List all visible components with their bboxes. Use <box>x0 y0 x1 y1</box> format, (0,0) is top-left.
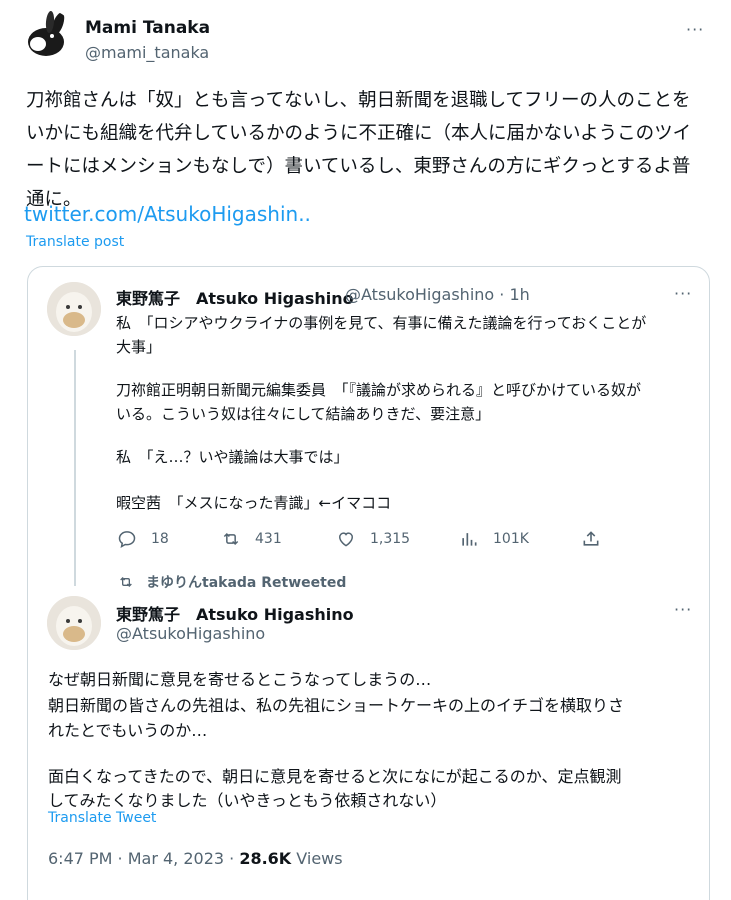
second-text-line: なぜ朝日新聞に意見を寄せるとこうなってしまうの… <box>48 670 432 689</box>
second-text-line: してみたくなりました（いやきっともう依頼されない） <box>48 791 447 810</box>
second-text-line: 面白くなってきたので、朝日に意見を寄せると次になにが起こるのか、定点観測 <box>48 767 622 786</box>
retweet-count: 431 <box>255 531 282 547</box>
author-handle[interactable]: @mami_tanaka <box>85 43 209 62</box>
second-author-name[interactable]: 東野篤子 Atsuko Higashino <box>116 601 354 625</box>
plush-toy-avatar-icon <box>47 282 101 336</box>
heart-icon <box>338 532 354 547</box>
retweet-button[interactable]: 431 <box>221 529 282 549</box>
views-total: 28.6K <box>239 849 292 868</box>
quoted-text-line: 大事」 <box>116 338 162 356</box>
views-button[interactable]: 101K <box>459 529 529 549</box>
tweet-link[interactable]: twitter.com/AtsukoHigashin.. <box>24 202 311 226</box>
plush-toy-avatar-icon <box>47 596 101 650</box>
reply-button[interactable]: 18 <box>117 529 169 549</box>
timestamp[interactable]: 6:47 PM · Mar 4, 2023 · <box>48 849 239 868</box>
tweet-text: 刀祢館さんは「奴」とも言ってないし、朝日新聞を退職してフリーの人のことを いかに… <box>26 90 692 210</box>
reply-count: 18 <box>151 531 169 547</box>
reply-icon <box>118 531 136 548</box>
author-name[interactable]: Mami Tanaka <box>85 18 210 38</box>
translate-tweet-link[interactable]: Translate Tweet <box>48 810 156 826</box>
retweeted-by-line[interactable]: まゆりんtakada Retweeted <box>118 572 346 592</box>
share-icon <box>583 531 599 546</box>
author-avatar[interactable] <box>22 10 74 62</box>
views-label: Views <box>291 849 343 868</box>
like-count: 1,315 <box>370 531 411 547</box>
second-text-line: 朝日新聞の皆さんの先祖は、私の先祖にショートケーキの上のイチゴを横取りさ <box>48 696 625 715</box>
second-text-line: れたとでもいうのか… <box>48 721 208 740</box>
quoted-more-options-icon[interactable]: ··· <box>674 284 692 303</box>
like-button[interactable]: 1,315 <box>336 529 410 549</box>
views-chart-icon <box>462 533 477 546</box>
second-author-handle[interactable]: @AtsukoHigashino <box>116 624 265 643</box>
second-author-avatar[interactable] <box>47 596 101 650</box>
rabbit-avatar-icon <box>22 10 74 62</box>
retweeted-by-text: まゆりんtakada Retweeted <box>146 575 347 591</box>
quoted-text-line: 暇空茜 「メスになった青識」←イマココ <box>116 494 392 512</box>
translate-post-link[interactable]: Translate post <box>26 234 124 250</box>
quoted-text-line: 刀祢館正明朝日新聞元編集委員 「『議論が求められる』と呼びかけている奴が <box>116 381 642 399</box>
quoted-text-line: 私 「ロシアやウクライナの事例を見て、有事に備えた議論を行っておくことが <box>116 314 647 332</box>
retweet-icon <box>120 577 132 587</box>
views-count: 101K <box>493 531 529 547</box>
thread-connector-line <box>74 350 76 586</box>
quoted-text-line: いる。こういう奴は往々にして結論ありきだ、要注意」 <box>116 405 491 423</box>
quoted-text-line: 私 「え…？いや議論は大事では」 <box>116 448 349 466</box>
second-more-options-icon[interactable]: ··· <box>674 600 692 619</box>
retweet-icon <box>223 532 239 546</box>
quoted-author-name[interactable]: 東野篤子 Atsuko Higashino <box>116 285 354 309</box>
quoted-author-meta[interactable]: @AtsukoHigashino · 1h <box>345 285 530 304</box>
quoted-author-avatar[interactable] <box>47 282 101 336</box>
tweet-timestamp-line: 6:47 PM · Mar 4, 2023 · 28.6K Views <box>48 849 343 868</box>
more-options-icon[interactable]: ··· <box>686 20 704 39</box>
share-button[interactable] <box>581 529 615 549</box>
